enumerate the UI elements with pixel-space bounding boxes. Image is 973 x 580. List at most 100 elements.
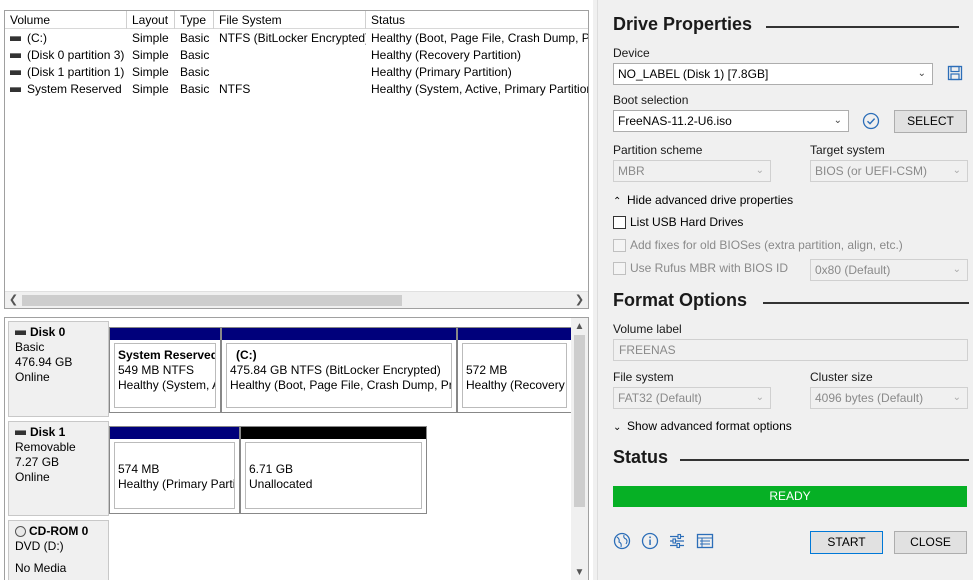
show-advanced-label: Show advanced format options <box>627 419 792 433</box>
column-header-status[interactable]: Status <box>366 11 588 29</box>
show-advanced-format-toggle[interactable]: ⌄ Show advanced format options <box>613 419 792 433</box>
disk-type: Basic <box>15 340 45 354</box>
disk-0-partitions: System Reserved 549 MB NTFS Healthy (Sys… <box>109 327 572 413</box>
horizontal-scrollbar[interactable]: ❮ ❯ <box>5 291 588 308</box>
target-system-dropdown[interactable]: BIOS (or UEFI-CSM) ⌄ <box>810 160 968 182</box>
disk-name: Disk 1 <box>30 425 66 439</box>
disk-name: Disk 0 <box>30 325 66 339</box>
status-heading: Status <box>613 447 669 467</box>
list-usb-checkbox[interactable]: List USB Hard Drives <box>613 216 743 229</box>
partition-scheme-label: Partition scheme <box>613 143 703 157</box>
column-header-layout[interactable]: Layout <box>127 11 175 29</box>
disk-icon <box>15 330 26 336</box>
partition-recovery[interactable]: 572 MB Healthy (Recovery <box>457 327 572 413</box>
partition-scheme-dropdown[interactable]: MBR ⌄ <box>613 160 771 182</box>
partition-title: System Reserved <box>118 348 216 362</box>
partition-disk1-primary[interactable]: 574 MB Healthy (Primary Parti <box>109 426 240 514</box>
disk-state: No Media <box>15 561 67 575</box>
target-system-label: Target system <box>810 143 885 157</box>
add-fixes-checkbox[interactable]: Add fixes for old BIOSes (extra partitio… <box>613 239 903 252</box>
scroll-down-icon[interactable]: ▼ <box>571 564 588 580</box>
info-icon[interactable] <box>641 532 659 550</box>
partition-system-reserved[interactable]: System Reserved 549 MB NTFS Healthy (Sys… <box>109 327 221 413</box>
volume-status: Healthy (Recovery Partition) <box>371 48 522 62</box>
close-button[interactable]: CLOSE <box>894 531 967 554</box>
partition-unallocated[interactable]: 6.71 GB Unallocated <box>240 426 427 514</box>
scrollbar-thumb[interactable] <box>574 335 585 507</box>
chevron-down-icon: ⌄ <box>952 264 961 275</box>
disk-state: Online <box>15 370 50 384</box>
check-circle-icon[interactable] <box>862 112 880 130</box>
globe-icon[interactable] <box>613 532 631 550</box>
column-header-file-system[interactable]: File System <box>214 11 366 29</box>
scroll-right-icon[interactable]: ❯ <box>571 292 588 308</box>
partition-title: (C:) <box>236 348 257 362</box>
chevron-up-icon: ⌃ <box>613 196 622 207</box>
cluster-size-dropdown[interactable]: 4096 bytes (Default) ⌄ <box>810 387 968 409</box>
scrollbar-thumb[interactable] <box>22 295 402 306</box>
start-button[interactable]: START <box>810 531 883 554</box>
volume-type: Basic <box>180 31 210 45</box>
chevron-down-icon: ⌄ <box>755 392 764 403</box>
hide-advanced-label: Hide advanced drive properties <box>627 193 794 207</box>
disk-0-label[interactable]: Disk 0 Basic 476.94 GB Online <box>8 321 109 417</box>
partition-scheme-value: MBR <box>618 164 645 178</box>
select-button[interactable]: SELECT <box>894 110 967 133</box>
log-icon[interactable] <box>696 532 714 550</box>
heading-divider <box>763 302 969 304</box>
partition-status: Healthy (Boot, Page File, Crash Dump, Pr… <box>230 378 452 392</box>
volume-fs: NTFS <box>219 82 251 96</box>
format-options-heading: Format Options <box>613 290 747 310</box>
boot-selection-label: Boot selection <box>613 93 689 107</box>
volume-type: Basic <box>180 65 210 79</box>
volume-name: (C:) <box>27 31 47 45</box>
volume-label-input[interactable]: FREENAS <box>613 339 968 361</box>
scroll-up-icon[interactable]: ▲ <box>571 318 588 335</box>
chevron-down-icon: ⌄ <box>917 68 926 79</box>
partition-title <box>466 348 563 363</box>
partition-size: 549 MB NTFS <box>118 363 195 377</box>
target-system-value: BIOS (or UEFI-CSM) <box>815 164 928 178</box>
save-icon[interactable] <box>947 65 963 81</box>
rufus-window: Drive Properties Device NO_LABEL (Disk 1… <box>597 0 973 580</box>
partition-c-drive[interactable]: (C:) 475.84 GB NTFS (BitLocker Encrypted… <box>221 327 457 413</box>
vertical-scrollbar[interactable]: ▲ ▼ <box>571 318 588 580</box>
file-system-value: FAT32 (Default) <box>618 391 702 405</box>
file-system-dropdown[interactable]: FAT32 (Default) ⌄ <box>613 387 771 409</box>
chevron-down-icon: ⌄ <box>952 165 961 176</box>
disk-type: Removable <box>15 440 76 454</box>
settings-icon[interactable] <box>668 532 686 550</box>
boot-selection-dropdown[interactable]: FreeNAS-11.2-U6.iso ⌄ <box>613 110 849 132</box>
table-row[interactable]: (C:) Simple Basic NTFS (BitLocker Encryp… <box>5 30 588 47</box>
table-row[interactable]: System Reserved Simple Basic NTFS Health… <box>5 81 588 98</box>
disk-1-label[interactable]: Disk 1 Removable 7.27 GB Online <box>8 421 109 516</box>
volume-icon <box>10 70 21 76</box>
rufus-mbr-checkbox[interactable]: Use Rufus MBR with BIOS ID <box>613 262 788 275</box>
table-row[interactable]: (Disk 1 partition 1) Simple Basic Health… <box>5 64 588 81</box>
boot-selection-value: FreeNAS-11.2-U6.iso <box>618 114 732 128</box>
partition-size: 6.71 GB <box>249 462 294 476</box>
hide-advanced-drive-toggle[interactable]: ⌃ Hide advanced drive properties <box>613 193 793 207</box>
partition-size: 572 MB <box>466 363 508 377</box>
disk-size: 476.94 GB <box>15 355 73 369</box>
cluster-size-label: Cluster size <box>810 370 873 384</box>
device-dropdown[interactable]: NO_LABEL (Disk 1) [7.8GB] ⌄ <box>613 63 933 85</box>
add-fixes-label: Add fixes for old BIOSes (extra partitio… <box>630 238 903 252</box>
cdrom-0-label[interactable]: CD-ROM 0 DVD (D:) No Media <box>8 520 109 580</box>
table-row[interactable]: (Disk 0 partition 3) Simple Basic Health… <box>5 47 588 64</box>
column-header-volume[interactable]: Volume <box>5 11 127 29</box>
cluster-size-value: 4096 bytes (Default) <box>815 391 924 405</box>
partition-size: 574 MB <box>118 462 160 476</box>
volume-layout: Simple <box>132 31 169 45</box>
column-header-type[interactable]: Type <box>175 11 214 29</box>
volume-status: Healthy (System, Active, Primary Partiti… <box>371 82 589 96</box>
scroll-left-icon[interactable]: ❮ <box>5 292 22 308</box>
disk-graphical-view: Disk 0 Basic 476.94 GB Online System Res… <box>4 317 589 580</box>
rufus-mbr-label: Use Rufus MBR with BIOS ID <box>630 261 789 275</box>
bios-id-dropdown[interactable]: 0x80 (Default) ⌄ <box>810 259 968 281</box>
volume-layout: Simple <box>132 48 169 62</box>
volume-icon <box>10 53 21 59</box>
volume-name: (Disk 0 partition 3) <box>27 48 125 62</box>
volume-status: Healthy (Primary Partition) <box>371 65 512 79</box>
volume-fs: NTFS (BitLocker Encrypted) <box>219 31 366 45</box>
